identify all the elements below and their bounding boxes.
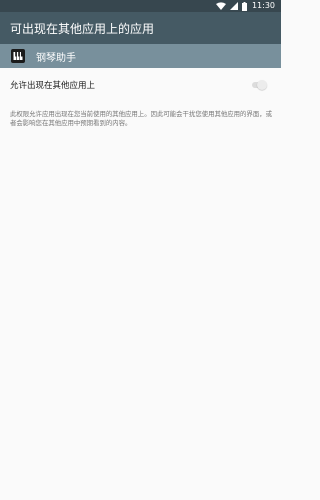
signal-icon (229, 2, 238, 10)
battery-icon (241, 1, 247, 11)
piano-app-icon (11, 49, 25, 63)
clock: 11:30 (251, 1, 275, 10)
permission-description: 此权限允许应用出现在您当前使用的其他应用上。因此可能会干扰您使用其他应用的界面，… (10, 110, 273, 127)
app-name: 钢琴助手 (36, 52, 76, 64)
overlay-permission-toggle[interactable] (251, 80, 267, 90)
app-header: 钢琴助手 (0, 44, 281, 68)
status-bar: 11:30 (0, 0, 281, 12)
wifi-icon (215, 2, 226, 10)
app-bar: 可出现在其他应用上的应用 (0, 12, 281, 44)
setting-label: 允许出现在其他应用上 (10, 81, 96, 91)
status-icons: 11:30 (215, 1, 275, 11)
overlay-permission-setting[interactable]: 允许出现在其他应用上 (0, 74, 281, 96)
page-title: 可出现在其他应用上的应用 (10, 21, 155, 36)
toggle-thumb (257, 80, 267, 90)
